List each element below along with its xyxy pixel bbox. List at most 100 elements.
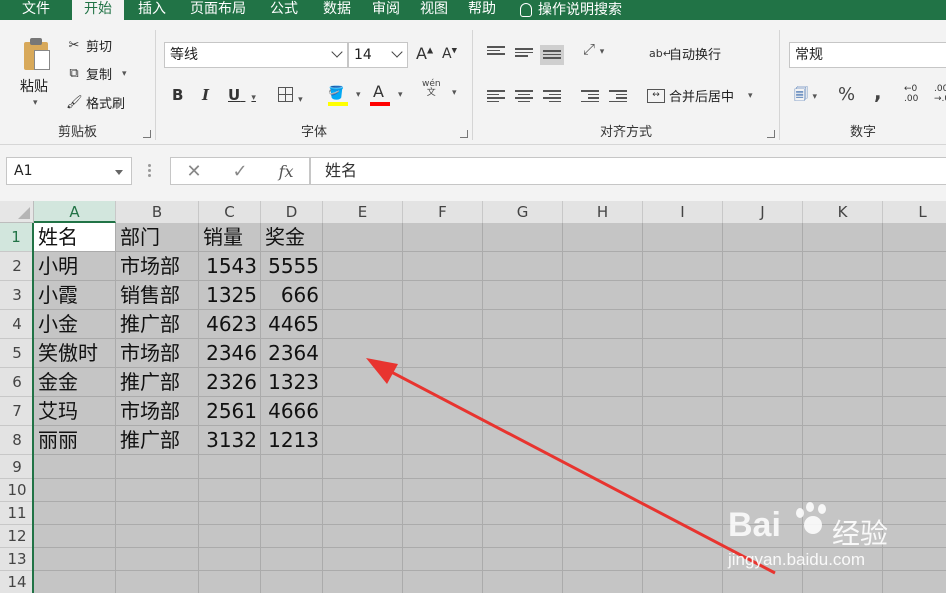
cell-b7[interactable]: 市场部 bbox=[116, 397, 198, 425]
cell-b2[interactable]: 市场部 bbox=[116, 252, 198, 280]
tab-help[interactable]: 帮助 bbox=[458, 0, 506, 20]
row-header-14[interactable]: 14 bbox=[0, 571, 34, 593]
column-header-f[interactable]: F bbox=[403, 201, 483, 223]
number-format-select[interactable]: 常规 bbox=[789, 42, 946, 68]
align-center-icon[interactable] bbox=[515, 88, 533, 102]
cell-a7[interactable]: 艾玛 bbox=[34, 397, 115, 425]
row-header-12[interactable]: 12 bbox=[0, 525, 34, 548]
column-header-c[interactable]: C bbox=[199, 201, 261, 223]
underline-button[interactable]: U ▾ bbox=[228, 86, 256, 104]
formula-input[interactable]: 姓名 bbox=[310, 157, 946, 185]
font-color-button[interactable]: A ▾ bbox=[370, 82, 406, 106]
cell-c7[interactable]: 2561 bbox=[199, 397, 260, 425]
tab-home[interactable]: 开始 bbox=[72, 0, 124, 20]
cell-c4[interactable]: 4623 bbox=[199, 310, 260, 338]
paste-button[interactable]: 粘贴 ▾ bbox=[0, 26, 60, 116]
cell-d1[interactable]: 奖金 bbox=[261, 223, 322, 251]
merge-center-button[interactable]: ↔ 合并后居中 ▾ bbox=[647, 86, 753, 105]
cell-d3[interactable]: 666 bbox=[261, 281, 322, 309]
align-top-icon[interactable] bbox=[487, 44, 505, 58]
row-header-6[interactable]: 6 bbox=[0, 368, 34, 397]
increase-indent-icon[interactable] bbox=[609, 88, 627, 102]
column-header-a[interactable]: A bbox=[34, 201, 116, 223]
cell-a5[interactable]: 笑傲时 bbox=[34, 339, 115, 367]
cell-c1[interactable]: 销量 bbox=[199, 223, 260, 251]
cell-d5[interactable]: 2364 bbox=[261, 339, 322, 367]
row-header-7[interactable]: 7 bbox=[0, 397, 34, 426]
shrink-font-button[interactable]: A▼ bbox=[442, 46, 457, 62]
fill-color-button[interactable]: 🪣 ▾ bbox=[328, 82, 364, 106]
decrease-decimal-icon[interactable]: .00→.0 bbox=[934, 84, 946, 104]
align-right-icon[interactable] bbox=[543, 88, 561, 102]
row-header-4[interactable]: 4 bbox=[0, 310, 34, 339]
cell-c2[interactable]: 1543 bbox=[199, 252, 260, 280]
percent-button[interactable]: % bbox=[838, 84, 855, 105]
cut-button[interactable]: ✂ 剪切 bbox=[66, 36, 112, 56]
format-painter-button[interactable]: 🖌 格式刷 bbox=[66, 93, 125, 113]
cell-d6[interactable]: 1323 bbox=[261, 368, 322, 396]
cell-c3[interactable]: 1325 bbox=[199, 281, 260, 309]
cell-d4[interactable]: 4465 bbox=[261, 310, 322, 338]
tab-insert[interactable]: 插入 bbox=[124, 0, 180, 20]
grow-font-button[interactable]: A▲ bbox=[416, 44, 433, 63]
enter-icon[interactable]: ✓ bbox=[233, 161, 248, 182]
align-left-icon[interactable] bbox=[487, 88, 505, 102]
copy-button[interactable]: ⧉ 复制 ▾ bbox=[66, 64, 126, 84]
column-header-e[interactable]: E bbox=[323, 201, 403, 223]
cancel-icon[interactable]: ✕ bbox=[186, 161, 201, 182]
cell-b1[interactable]: 部门 bbox=[116, 223, 198, 251]
row-header-1[interactable]: 1 bbox=[0, 223, 34, 252]
name-box[interactable]: A1 bbox=[6, 157, 132, 185]
cell-a1[interactable]: 姓名 bbox=[34, 223, 115, 251]
cell-a3[interactable]: 小霞 bbox=[34, 281, 115, 309]
font-name-select[interactable]: 等线 bbox=[164, 42, 348, 68]
tab-page-layout[interactable]: 页面布局 bbox=[180, 0, 256, 20]
align-bottom-icon[interactable] bbox=[540, 45, 564, 65]
cell-d7[interactable]: 4666 bbox=[261, 397, 322, 425]
row-header-2[interactable]: 2 bbox=[0, 252, 34, 281]
font-dialog-launcher-icon[interactable] bbox=[460, 130, 468, 138]
tell-me-search[interactable]: 操作说明搜索 bbox=[520, 0, 622, 20]
cell-c8[interactable]: 3132 bbox=[199, 426, 260, 454]
tab-view[interactable]: 视图 bbox=[410, 0, 458, 20]
tab-formulas[interactable]: 公式 bbox=[256, 0, 312, 20]
column-header-k[interactable]: K bbox=[803, 201, 883, 223]
row-header-8[interactable]: 8 bbox=[0, 426, 34, 455]
orientation-button[interactable]: ⤢ ▾ bbox=[583, 40, 604, 58]
phonetic-guide-button[interactable]: wén 文 ▾ bbox=[422, 80, 462, 99]
cell-a8[interactable]: 丽丽 bbox=[34, 426, 115, 454]
increase-decimal-icon[interactable]: ←0.00 bbox=[904, 84, 918, 104]
bold-button[interactable]: B bbox=[172, 86, 183, 104]
column-header-i[interactable]: I bbox=[643, 201, 723, 223]
borders-button[interactable]: ▾ bbox=[278, 87, 308, 106]
row-header-11[interactable]: 11 bbox=[0, 502, 34, 525]
cell-d8[interactable]: 1213 bbox=[261, 426, 322, 454]
insert-function-icon[interactable]: fx bbox=[279, 162, 294, 181]
cell-b4[interactable]: 推广部 bbox=[116, 310, 198, 338]
column-header-l[interactable]: L bbox=[883, 201, 946, 223]
column-header-g[interactable]: G bbox=[483, 201, 563, 223]
cell-b3[interactable]: 销售部 bbox=[116, 281, 198, 309]
italic-button[interactable]: I bbox=[202, 86, 209, 104]
row-header-13[interactable]: 13 bbox=[0, 548, 34, 571]
column-header-b[interactable]: B bbox=[116, 201, 199, 223]
select-all-button[interactable] bbox=[0, 201, 34, 223]
cell-c5[interactable]: 2346 bbox=[199, 339, 260, 367]
wrap-text-button[interactable]: ab↵ 自动换行 bbox=[649, 44, 721, 64]
cell-a4[interactable]: 小金 bbox=[34, 310, 115, 338]
tab-data[interactable]: 数据 bbox=[312, 0, 362, 20]
alignment-dialog-launcher-icon[interactable] bbox=[767, 130, 775, 138]
drag-handle-icon[interactable] bbox=[148, 164, 151, 178]
font-size-select[interactable]: 14 bbox=[348, 42, 408, 68]
cell-b6[interactable]: 推广部 bbox=[116, 368, 198, 396]
cell-b5[interactable]: 市场部 bbox=[116, 339, 198, 367]
comma-style-button[interactable]: , bbox=[874, 80, 882, 104]
tab-review[interactable]: 审阅 bbox=[362, 0, 410, 20]
decrease-indent-icon[interactable] bbox=[581, 88, 599, 102]
column-header-d[interactable]: D bbox=[261, 201, 323, 223]
cell-c6[interactable]: 2326 bbox=[199, 368, 260, 396]
column-header-j[interactable]: J bbox=[723, 201, 803, 223]
column-header-h[interactable]: H bbox=[563, 201, 643, 223]
row-header-9[interactable]: 9 bbox=[0, 455, 34, 479]
cell-a2[interactable]: 小明 bbox=[34, 252, 115, 280]
